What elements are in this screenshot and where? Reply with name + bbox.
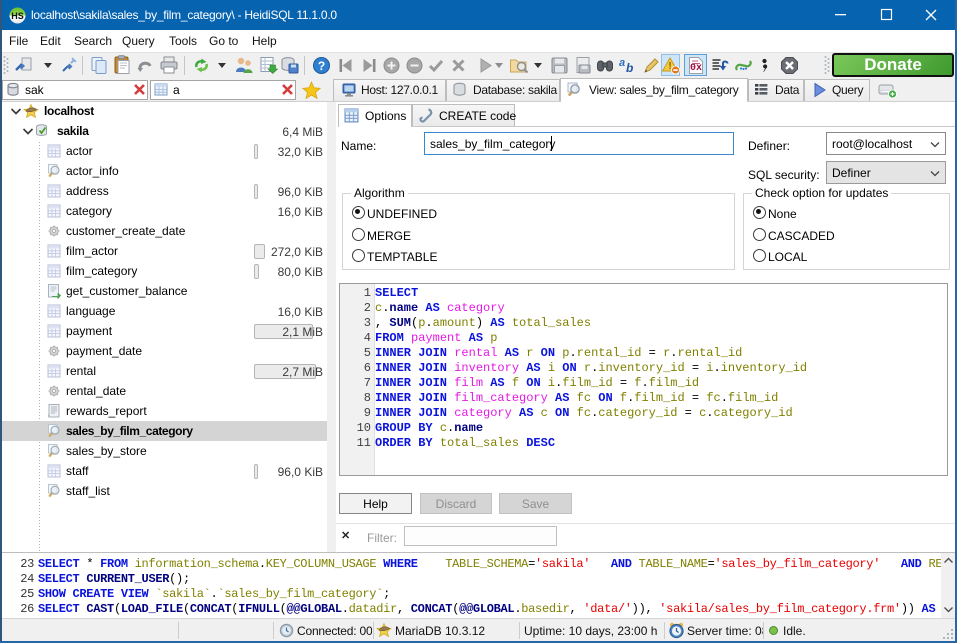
svg-text:b: b [626, 61, 633, 75]
svg-text:0x: 0x [690, 63, 702, 74]
svg-text:a: a [619, 57, 625, 69]
svg-text:HS: HS [11, 11, 24, 21]
svg-text:?: ? [318, 59, 325, 73]
